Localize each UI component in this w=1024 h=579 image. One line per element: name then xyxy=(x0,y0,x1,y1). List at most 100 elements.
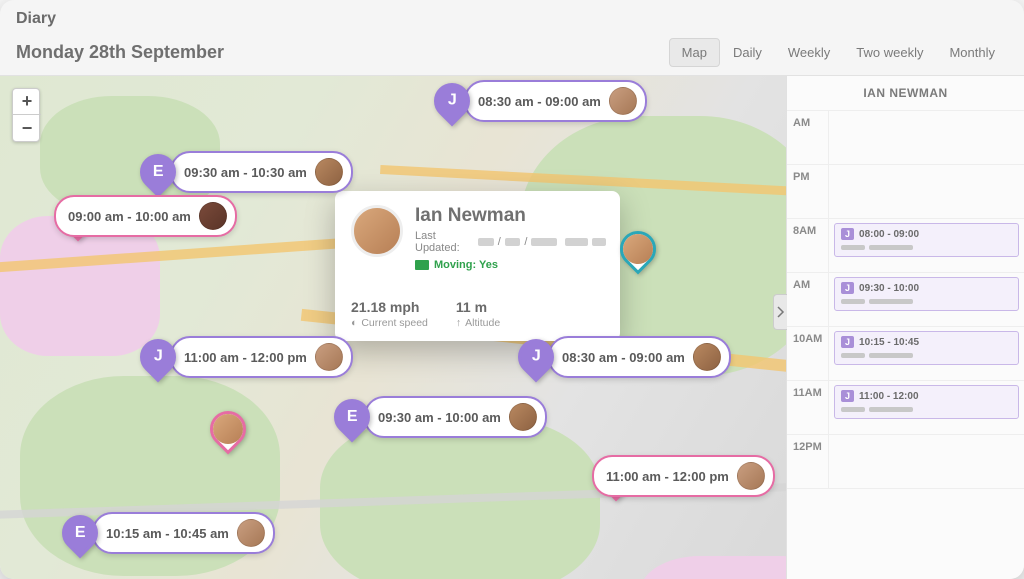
zoom-out-button[interactable]: − xyxy=(13,115,41,141)
avatar xyxy=(237,519,265,547)
map-pin[interactable]: E09:30 am - 10:30 am xyxy=(140,151,353,193)
time-slot-label: AM xyxy=(787,111,829,164)
calendar-event[interactable]: J 11:00 - 12:00 xyxy=(834,385,1019,419)
event-badge: J xyxy=(841,228,854,240)
avatar xyxy=(213,414,243,444)
view-tabs: MapDailyWeeklyTwo weeklyMonthly xyxy=(669,38,1008,67)
event-time-range: 08:00 - 09:00 xyxy=(859,229,919,240)
time-slot-body[interactable]: J 11:00 - 12:00 xyxy=(829,381,1024,434)
schedule-sidebar: IAN NEWMAN AMPM8AMJ08:00 - 09:00AMJ09:30… xyxy=(786,76,1024,579)
time-slot-body[interactable] xyxy=(829,435,1024,488)
time-slot-label: 10AM xyxy=(787,327,829,380)
popup-person-name: Ian Newman xyxy=(415,205,606,227)
avatar xyxy=(315,158,343,186)
time-chip[interactable]: 09:30 am - 10:30 am xyxy=(170,151,353,193)
popup-moving-status: Moving: Yes xyxy=(415,259,606,271)
time-slot-body[interactable] xyxy=(829,165,1024,218)
marker-e[interactable]: E xyxy=(327,392,378,443)
chip-time-label: 11:00 am - 12:00 pm xyxy=(606,469,729,484)
avatar xyxy=(315,343,343,371)
time-chip[interactable]: 08:30 am - 09:00 am xyxy=(548,336,731,378)
time-slot-body[interactable]: J09:30 - 10:00 xyxy=(829,273,1024,326)
date-title: Monday 28th September xyxy=(16,42,224,63)
marker-j[interactable]: J xyxy=(133,332,184,383)
time-slot-label: 12PM xyxy=(787,435,829,488)
tab-weekly[interactable]: Weekly xyxy=(775,38,843,67)
map-pin[interactable]: E09:30 am - 10:00 am xyxy=(334,396,547,438)
marker-e[interactable]: E xyxy=(133,147,184,198)
tab-two-weekly[interactable]: Two weekly xyxy=(843,38,936,67)
event-badge: J xyxy=(841,390,854,402)
chip-time-label: 11:00 am - 12:00 pm xyxy=(184,350,307,365)
popup-avatar xyxy=(351,205,403,257)
event-detail-placeholder xyxy=(841,299,1012,304)
header-bar: Monday 28th September MapDailyWeeklyTwo … xyxy=(0,34,1024,76)
avatar xyxy=(693,343,721,371)
person-popup[interactable]: Ian Newman Last Updated: // Moving: Yes xyxy=(335,191,620,341)
popup-altitude: 11 m ↑Altitude xyxy=(456,299,500,329)
time-slot-label: 8AM xyxy=(787,219,829,272)
time-chip[interactable]: 11:00 am - 12:00 pm xyxy=(592,455,775,497)
time-slot-body[interactable]: J10:15 - 10:45 xyxy=(829,327,1024,380)
chip-time-label: 09:30 am - 10:00 am xyxy=(378,410,501,425)
chip-time-label: 08:30 am - 09:00 am xyxy=(562,350,685,365)
sidebar-person-name: IAN NEWMAN xyxy=(787,76,1024,111)
chip-time-label: 09:30 am - 10:30 am xyxy=(184,165,307,180)
calendar-event[interactable]: J09:30 - 10:00 xyxy=(834,277,1019,311)
time-chip[interactable]: 09:30 am - 10:00 am xyxy=(364,396,547,438)
calendar-event[interactable]: J 08:00 - 09:00 xyxy=(834,223,1019,257)
time-slot-label: AM xyxy=(787,273,829,326)
sidebar-expand-toggle[interactable] xyxy=(773,294,787,330)
chip-time-label: 10:15 am - 10:45 am xyxy=(106,526,229,541)
time-slot: AMJ09:30 - 10:00 xyxy=(787,273,1024,327)
map-pin[interactable]: J08:30 am - 09:00 am xyxy=(518,336,731,378)
map-pin[interactable]: J08:30 am - 09:00 am xyxy=(434,80,647,122)
app-title: Diary xyxy=(0,0,1024,34)
chip-time-label: 09:00 am - 10:00 am xyxy=(68,209,191,224)
chevron-right-icon xyxy=(777,306,785,318)
event-time-range: 11:00 - 12:00 xyxy=(859,391,919,402)
marker-e[interactable]: E xyxy=(55,508,106,559)
marker-j[interactable]: J xyxy=(427,76,478,126)
map-pin[interactable]: E10:15 am - 10:45 am xyxy=(62,512,275,554)
time-chip[interactable]: 10:15 am - 10:45 am xyxy=(92,512,275,554)
calendar-event[interactable]: J10:15 - 10:45 xyxy=(834,331,1019,365)
zoom-in-button[interactable]: + xyxy=(13,89,41,115)
time-slot-body[interactable] xyxy=(829,111,1024,164)
event-detail-placeholder xyxy=(841,407,1012,412)
event-time-range: 09:30 - 10:00 xyxy=(859,283,919,294)
time-chip[interactable]: 08:30 am - 09:00 am xyxy=(464,80,647,122)
zoom-control: + − xyxy=(12,88,40,142)
time-slot: 12PM xyxy=(787,435,1024,489)
tab-monthly[interactable]: Monthly xyxy=(936,38,1008,67)
avatar xyxy=(609,87,637,115)
event-detail-placeholder xyxy=(841,245,1012,250)
event-detail-placeholder xyxy=(841,353,1012,358)
time-column: AMPM8AMJ08:00 - 09:00AMJ09:30 - 10:0010A… xyxy=(787,111,1024,579)
avatar xyxy=(199,202,227,230)
time-slot: 11AM J 11:00 - 12:00 xyxy=(787,381,1024,435)
truck-icon xyxy=(415,260,429,270)
marker-j[interactable]: J xyxy=(511,332,562,383)
tab-map[interactable]: Map xyxy=(669,38,720,67)
event-badge: J xyxy=(841,336,854,348)
popup-speed: 21.18 mph ◐Current speed xyxy=(351,299,428,329)
time-slot-label: PM xyxy=(787,165,829,218)
time-slot-label: 11AM xyxy=(787,381,829,434)
avatar xyxy=(509,403,537,431)
time-slot: 10AMJ10:15 - 10:45 xyxy=(787,327,1024,381)
gauge-icon: ◐ xyxy=(351,317,357,329)
popup-last-updated: Last Updated: // xyxy=(415,230,606,254)
tab-daily[interactable]: Daily xyxy=(720,38,775,67)
chip-time-label: 08:30 am - 09:00 am xyxy=(478,94,601,109)
map-pin[interactable]: J11:00 am - 12:00 pm xyxy=(140,336,353,378)
time-chip[interactable]: 09:00 am - 10:00 am xyxy=(54,195,237,237)
time-slot-body[interactable]: J 08:00 - 09:00 xyxy=(829,219,1024,272)
time-chip[interactable]: 11:00 am - 12:00 pm xyxy=(170,336,353,378)
map-canvas[interactable]: + − Ian Newman Last Updated: // xyxy=(0,76,786,579)
avatar xyxy=(623,234,653,264)
arrow-up-icon: ↑ xyxy=(456,317,461,329)
time-slot: 8AM J 08:00 - 09:00 xyxy=(787,219,1024,273)
time-slot: PM xyxy=(787,165,1024,219)
avatar xyxy=(737,462,765,490)
